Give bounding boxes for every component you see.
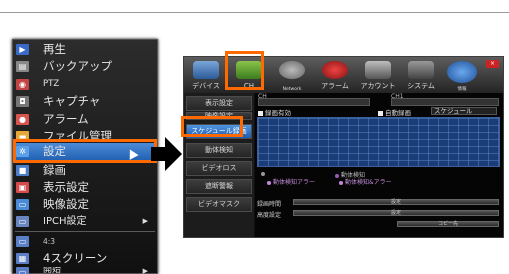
display-icon: ▣: [16, 182, 29, 193]
nav-video-loss[interactable]: ビデオロス: [186, 161, 252, 176]
tab-alarm[interactable]: アラーム: [314, 59, 356, 92]
menu-item-recording[interactable]: ■ 録画: [13, 162, 157, 179]
menu-item-label: IPCH設定: [43, 216, 87, 227]
menu-item-ipch-settings[interactable]: ▭ IPCH設定 ▶: [13, 213, 157, 230]
schedule-highlight-box: [181, 116, 243, 137]
alarm-icon: [322, 61, 348, 79]
menu-item-start[interactable]: ▭ 開始 ▶: [13, 267, 157, 274]
record-icon: ■: [16, 165, 29, 176]
menu-item-label: 開始: [43, 267, 62, 274]
advanced-settings-button[interactable]: 設定: [293, 210, 499, 216]
top-rule: [0, 12, 509, 13]
record-time-label: 録画時間: [257, 201, 282, 208]
menu-item-video-settings[interactable]: ▭ 映像設定: [13, 196, 157, 213]
record-time-button[interactable]: 設定: [293, 199, 499, 205]
backup-icon: ▤: [16, 61, 29, 72]
ch-tab-highlight-box: [225, 51, 264, 90]
menu-item-label: 4:3: [43, 237, 56, 246]
tab-info[interactable]: 情報: [441, 59, 483, 92]
network-globe-icon: [279, 61, 305, 79]
nav-video-mask[interactable]: ビデオマスク: [186, 197, 252, 212]
nav-tamper-alarm[interactable]: 遮断警報: [186, 179, 252, 194]
schedule-time-grid[interactable]: [257, 117, 500, 167]
nav-display-settings[interactable]: 表示設定: [186, 96, 252, 111]
ptz-camera-icon: ◉: [16, 79, 29, 90]
device-icon: [193, 61, 219, 79]
legend-schedule: [261, 170, 267, 177]
legend-motion-alarm: 動体検知アラー: [267, 177, 315, 186]
screen-icon: ▭: [16, 236, 29, 247]
menu-item-label: 表示設定: [43, 180, 89, 194]
submenu-arrow-icon: ▶: [142, 217, 148, 225]
nav-motion-detection[interactable]: 動体検知: [186, 143, 252, 158]
schedule-panel: CH CH1 録画有効 自動録画 スケジュール 動体検知 動体検知アラー 動体検…: [255, 93, 503, 237]
tab-label: アラーム: [321, 82, 349, 90]
menu-divider: [15, 231, 155, 232]
menu-item-ptz[interactable]: ◉ PTZ: [13, 76, 157, 93]
settings-side-nav: 表示設定 映像設定 スケジュール録画 動体検知 ビデオロス 遮断警報 ビデオマス…: [184, 93, 254, 237]
quad-screen-icon: ▦: [16, 253, 29, 264]
video-icon: ▭: [16, 199, 29, 210]
page: ▶ 再生 ▤ バックアップ ◉ PTZ ◘ キャプチャ ● アラーム ▬ ファイ…: [0, 0, 509, 274]
menu-item-display-settings[interactable]: ▣ 表示設定: [13, 179, 157, 196]
playback-icon: ▶: [16, 44, 29, 55]
menu-item-label: 映像設定: [43, 197, 89, 211]
tab-account[interactable]: アカウント: [357, 59, 399, 92]
tab-network[interactable]: Network: [271, 59, 313, 92]
menu-item-label: 4スクリーン: [43, 251, 108, 265]
schedule-mode-select[interactable]: スケジュール: [431, 107, 497, 115]
capture-icon: ◘: [16, 96, 29, 107]
menu-item-label: アラーム: [43, 112, 89, 126]
tab-device[interactable]: デバイス: [185, 59, 227, 92]
account-icon: [365, 61, 391, 79]
tab-label: システム: [407, 82, 435, 90]
copy-button[interactable]: コピー先: [397, 221, 499, 227]
close-icon[interactable]: ×: [486, 60, 499, 68]
ip-channel-icon: ▭: [16, 216, 29, 227]
menu-item-label: PTZ: [43, 79, 60, 89]
menu-item-label: 録画: [43, 163, 66, 177]
menu-item-backup[interactable]: ▤ バックアップ: [13, 58, 157, 75]
menu-item-label: 再生: [43, 42, 66, 56]
record-enable-checkbox[interactable]: 録画有効: [258, 107, 291, 117]
menu-item-playback[interactable]: ▶ 再生: [13, 41, 157, 58]
auto-record-checkbox[interactable]: 自動録画: [378, 107, 411, 117]
copy-channel-select[interactable]: [391, 98, 499, 106]
menu-item-alarm[interactable]: ● アラーム: [13, 111, 157, 128]
submenu-arrow-icon: ▶: [142, 267, 148, 274]
menu-item-layout-4-3[interactable]: ▭ 4:3: [13, 233, 157, 250]
tab-label: アカウント: [360, 82, 396, 90]
system-icon: [408, 61, 434, 79]
tab-label: デバイス: [192, 82, 220, 90]
info-icon: [447, 61, 477, 83]
menu-item-label: バックアップ: [43, 59, 112, 73]
menu-item-4-screen[interactable]: ▦ 4スクリーン: [13, 250, 157, 267]
alarm-icon: ●: [16, 114, 29, 125]
right-arrow-icon: [151, 137, 182, 171]
menu-item-capture[interactable]: ◘ キャプチャ: [13, 93, 157, 110]
legend-motion-and-alarm: 動体検知&アラー: [339, 177, 392, 186]
channel-select[interactable]: [258, 98, 370, 106]
menu-item-label: キャプチャ: [43, 94, 101, 108]
advanced-settings-label: 高度設定: [257, 212, 282, 219]
settings-highlight-box: [13, 139, 157, 163]
tab-system[interactable]: システム: [400, 59, 442, 92]
start-icon: ▭: [16, 267, 29, 274]
